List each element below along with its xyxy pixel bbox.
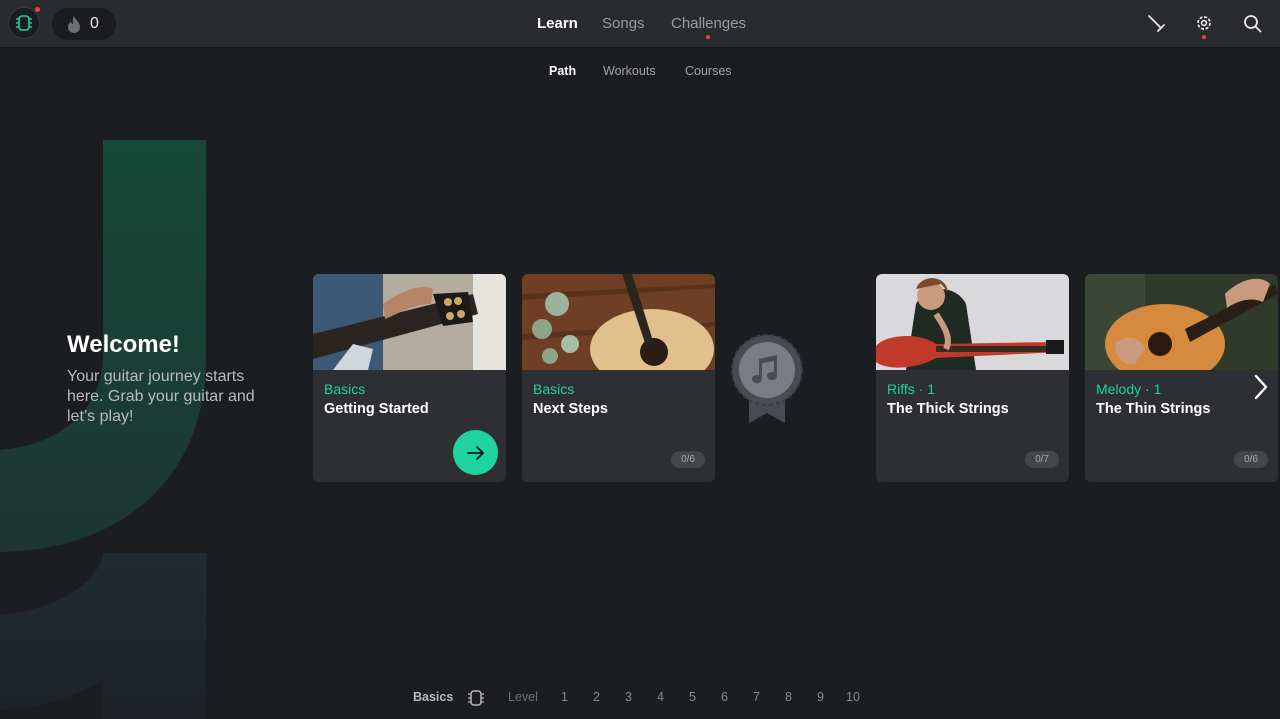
start-button[interactable]: [453, 430, 498, 475]
level-6[interactable]: 6: [721, 690, 728, 704]
level-label: Level: [508, 690, 538, 704]
basics-section-button[interactable]: [467, 689, 485, 712]
card-title: The Thin Strings: [1096, 401, 1211, 417]
level-3[interactable]: 3: [625, 690, 632, 704]
search-button[interactable]: [1241, 12, 1263, 34]
settings-button[interactable]: [1193, 12, 1215, 34]
milestone-badge: [731, 334, 803, 423]
card-category: Melody · 1: [1096, 381, 1162, 397]
sub-nav: Path Workouts Courses: [0, 64, 1280, 82]
level-7[interactable]: 7: [753, 690, 760, 704]
gear-icon: [1197, 16, 1211, 30]
carousel-next-button[interactable]: [1248, 372, 1274, 402]
card-title: Getting Started: [324, 401, 429, 417]
card-title: Next Steps: [533, 401, 608, 417]
progress-badge: 0/6: [671, 451, 705, 468]
arrow-right-icon: [466, 445, 484, 460]
challenges-notification-dot: [706, 35, 710, 39]
card-title: The Thick Strings: [887, 401, 1009, 417]
progress-badge: 0/6: [1234, 451, 1268, 468]
tuner-button[interactable]: [1145, 12, 1167, 34]
welcome-title: Welcome!: [67, 331, 180, 358]
nav-songs[interactable]: Songs: [602, 15, 645, 32]
course-image: [313, 274, 506, 370]
progress-badge: 0/7: [1025, 451, 1059, 468]
search-icon: [1243, 14, 1261, 32]
top-bar: 0 Learn Songs Challenges: [0, 0, 1280, 47]
card-category: Riffs · 1: [887, 381, 935, 397]
level-5[interactable]: 5: [689, 690, 696, 704]
level-2[interactable]: 2: [593, 690, 600, 704]
level-bar: Basics Level 1 2 3 4 5 6 7 8 9 10: [0, 690, 1280, 708]
tab-workouts[interactable]: Workouts: [603, 64, 656, 78]
background-decoration: [0, 140, 206, 719]
tab-path[interactable]: Path: [549, 64, 576, 78]
guitar-head-icon: [468, 690, 484, 706]
tab-courses[interactable]: Courses: [685, 64, 732, 78]
tuner-icon: [1148, 15, 1165, 32]
card-category: Basics: [324, 381, 366, 397]
main-nav: Learn Songs Challenges: [0, 15, 1280, 35]
welcome-text: Your guitar journey starts here. Grab yo…: [67, 368, 255, 425]
settings-notification-dot: [1202, 35, 1206, 39]
level-1[interactable]: 1: [561, 690, 568, 704]
notification-dot: [35, 7, 40, 12]
level-section-basics[interactable]: Basics: [413, 690, 453, 704]
course-card-thick-strings[interactable]: Riffs · 1 The Thick Strings 0/7: [876, 274, 1069, 482]
course-card-getting-started[interactable]: Basics Getting Started: [313, 274, 506, 482]
course-card-next-steps[interactable]: Basics Next Steps 0/6: [522, 274, 715, 482]
course-image: [1085, 274, 1278, 370]
course-image: [522, 274, 715, 370]
card-category: Basics: [533, 381, 575, 397]
nav-challenges[interactable]: Challenges: [671, 15, 746, 32]
level-4[interactable]: 4: [657, 690, 664, 704]
level-10[interactable]: 10: [846, 690, 860, 704]
course-image: [876, 274, 1069, 370]
nav-learn[interactable]: Learn: [537, 15, 578, 32]
chevron-right-icon: [1254, 374, 1268, 400]
level-9[interactable]: 9: [817, 690, 824, 704]
level-8[interactable]: 8: [785, 690, 792, 704]
